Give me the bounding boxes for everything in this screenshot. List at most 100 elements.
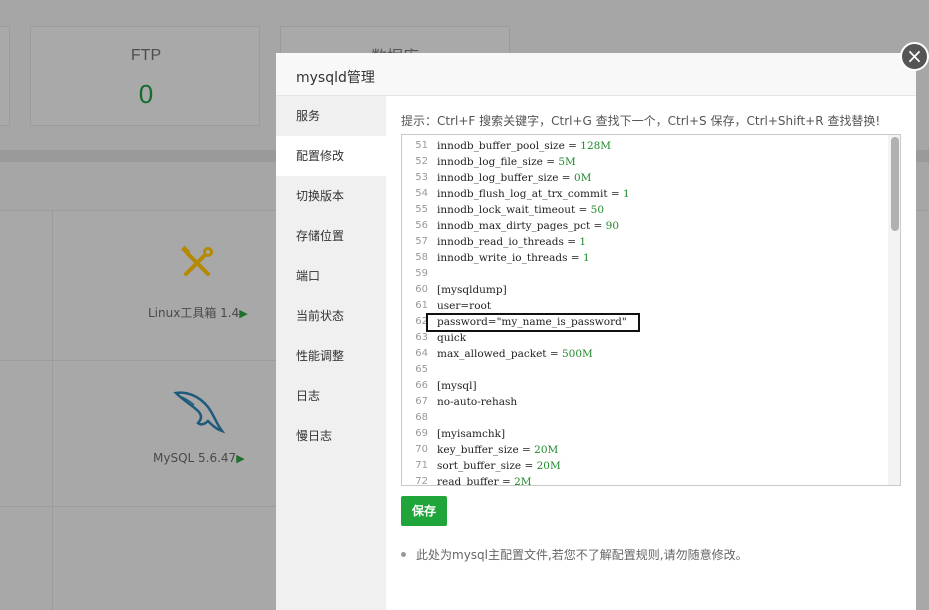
sidebar-item-switch-version[interactable]: 切换版本 [276, 176, 386, 216]
code-line[interactable]: 54 innodb_flush_log_at_trx_commit = 1 [402, 186, 900, 202]
code-line[interactable]: 71 sort_buffer_size = 20M [402, 458, 900, 474]
line-number: 70 [415, 444, 428, 455]
close-icon[interactable]: × [900, 42, 929, 71]
line-number: 67 [415, 396, 428, 407]
password-highlight-box [426, 313, 640, 332]
code-text[interactable]: innodb_read_io_threads = 1 [437, 234, 586, 250]
code-number: 2M [514, 476, 532, 486]
code-text[interactable]: innodb_flush_log_at_trx_commit = 1 [437, 186, 630, 202]
mysql-dolphin-icon[interactable] [170, 385, 226, 437]
line-number: 60 [415, 284, 428, 295]
code-number: 1 [579, 236, 587, 248]
ftp-card-value: 0 [138, 79, 154, 109]
config-panel: 提示：Ctrl+F 搜索关键字，Ctrl+G 查找下一个，Ctrl+S 保存，C… [386, 96, 916, 610]
code-number: 90 [605, 220, 620, 232]
sidebar-item-log[interactable]: 日志 [276, 376, 386, 416]
code-number: 20M [534, 444, 559, 456]
code-line[interactable]: 72 read_buffer = 2M [402, 474, 900, 486]
code-line[interactable]: 51 innodb_buffer_pool_size = 128M [402, 138, 900, 154]
code-text[interactable]: quick [437, 330, 466, 346]
code-text[interactable]: key_buffer_size = 20M [437, 442, 558, 458]
line-number: 63 [415, 332, 428, 343]
mysqld-manager-dialog: mysqld管理 服务 配置修改 切换版本 存储位置 端口 当前状态 性能调整 … [276, 53, 916, 610]
code-number: 500M [562, 348, 593, 360]
line-number: 68 [415, 412, 428, 423]
code-text[interactable]: sort_buffer_size = 20M [437, 458, 561, 474]
code-line[interactable]: 59 [402, 266, 900, 282]
code-line[interactable]: 68 [402, 410, 900, 426]
code-text[interactable]: read_buffer = 2M [437, 474, 532, 486]
code-number: 20M [536, 460, 561, 472]
editor-scrollbar[interactable] [888, 135, 900, 485]
code-number: 0M [573, 172, 592, 184]
code-text[interactable]: innodb_max_dirty_pages_pct = 90 [437, 218, 619, 234]
code-text[interactable]: no-auto-rehash [437, 394, 517, 410]
grid-divider [0, 360, 280, 361]
code-line[interactable]: 69 [myisamchk] [402, 426, 900, 442]
sidebar-item-service[interactable]: 服务 [276, 96, 386, 136]
dialog-header: mysqld管理 [276, 53, 916, 96]
code-line[interactable]: 52 innodb_log_file_size = 5M [402, 154, 900, 170]
sidebar-item-slow-log[interactable]: 慢日志 [276, 416, 386, 456]
code-text[interactable]: user=root [437, 298, 491, 314]
line-number: 72 [415, 476, 428, 486]
line-number: 62 [415, 316, 428, 327]
code-text[interactable]: innodb_lock_wait_timeout = 50 [437, 202, 604, 218]
code-text[interactable]: innodb_log_buffer_size = 0M [437, 170, 591, 186]
grid-divider [0, 506, 280, 507]
line-number: 59 [415, 268, 428, 279]
line-number: 61 [415, 300, 428, 311]
line-number: 54 [415, 188, 428, 199]
sidebar-item-config[interactable]: 配置修改 [276, 136, 386, 176]
code-line[interactable]: 53 innodb_log_buffer_size = 0M [402, 170, 900, 186]
code-line[interactable]: 65 [402, 362, 900, 378]
line-number: 69 [415, 428, 428, 439]
code-line[interactable]: 57 innodb_read_io_threads = 1 [402, 234, 900, 250]
line-number: 53 [415, 172, 428, 183]
config-warning-note: 此处为mysql主配置文件,若您不了解配置规则,请勿随意修改。 [401, 546, 748, 563]
line-number: 57 [415, 236, 428, 247]
grid-divider [52, 210, 53, 610]
code-line[interactable]: 66 [mysql] [402, 378, 900, 394]
play-arrow-icon[interactable]: ▶ [236, 452, 244, 465]
code-number: 1 [582, 252, 590, 264]
scrollbar-thumb[interactable] [891, 137, 899, 231]
ftp-card-title: FTP [130, 47, 162, 64]
code-line[interactable]: 58 innodb_write_io_threads = 1 [402, 250, 900, 266]
code-line[interactable]: 60 [mysqldump] [402, 282, 900, 298]
code-line[interactable]: 63 quick [402, 330, 900, 346]
code-text[interactable]: [mysqldump] [437, 282, 507, 298]
code-line[interactable]: 55 innodb_lock_wait_timeout = 50 [402, 202, 900, 218]
code-number: 50 [590, 204, 605, 216]
sidebar-item-port[interactable]: 端口 [276, 256, 386, 296]
ftp-stat-card[interactable]: FTP 0 [30, 26, 260, 126]
config-code-editor[interactable]: 51 innodb_buffer_pool_size = 128M 52 innodb… [401, 134, 901, 486]
code-line[interactable]: 67 no-auto-rehash [402, 394, 900, 410]
sidebar-item-storage-location[interactable]: 存储位置 [276, 216, 386, 256]
play-arrow-icon[interactable]: ▶ [239, 307, 247, 320]
code-text[interactable]: max_allowed_packet = 500M [437, 346, 593, 362]
line-number: 64 [415, 348, 428, 359]
code-lines[interactable]: 51 innodb_buffer_pool_size = 128M 52 innodb… [402, 138, 900, 486]
linux-toolbox-label[interactable]: Linux工具箱 1.4▶ [148, 304, 248, 321]
sidebar-item-current-status[interactable]: 当前状态 [276, 296, 386, 336]
code-text[interactable]: innodb_buffer_pool_size = 128M [437, 138, 611, 154]
shortcut-hint: 提示：Ctrl+F 搜索关键字，Ctrl+G 查找下一个，Ctrl+S 保存，C… [401, 114, 881, 128]
code-text[interactable]: innodb_write_io_threads = 1 [437, 250, 590, 266]
code-line[interactable]: 70 key_buffer_size = 20M [402, 442, 900, 458]
save-button[interactable]: 保存 [401, 496, 447, 526]
wrench-screwdriver-icon[interactable] [178, 244, 216, 282]
line-number: 55 [415, 204, 428, 215]
dialog-sidebar: 服务 配置修改 切换版本 存储位置 端口 当前状态 性能调整 日志 慢日志 [276, 96, 386, 610]
code-text[interactable]: innodb_log_file_size = 5M [437, 154, 576, 170]
sidebar-item-performance[interactable]: 性能调整 [276, 336, 386, 376]
code-line[interactable]: 61 user=root [402, 298, 900, 314]
code-text[interactable]: [myisamchk] [437, 426, 505, 442]
code-line[interactable]: 64 max_allowed_packet = 500M [402, 346, 900, 362]
line-number: 66 [415, 380, 428, 391]
code-number: 5M [558, 156, 576, 168]
dialog-title: mysqld管理 [296, 70, 375, 86]
code-text[interactable]: [mysql] [437, 378, 477, 394]
code-line[interactable]: 56 innodb_max_dirty_pages_pct = 90 [402, 218, 900, 234]
mysql-software-label[interactable]: MySQL 5.6.47▶ [153, 451, 245, 465]
